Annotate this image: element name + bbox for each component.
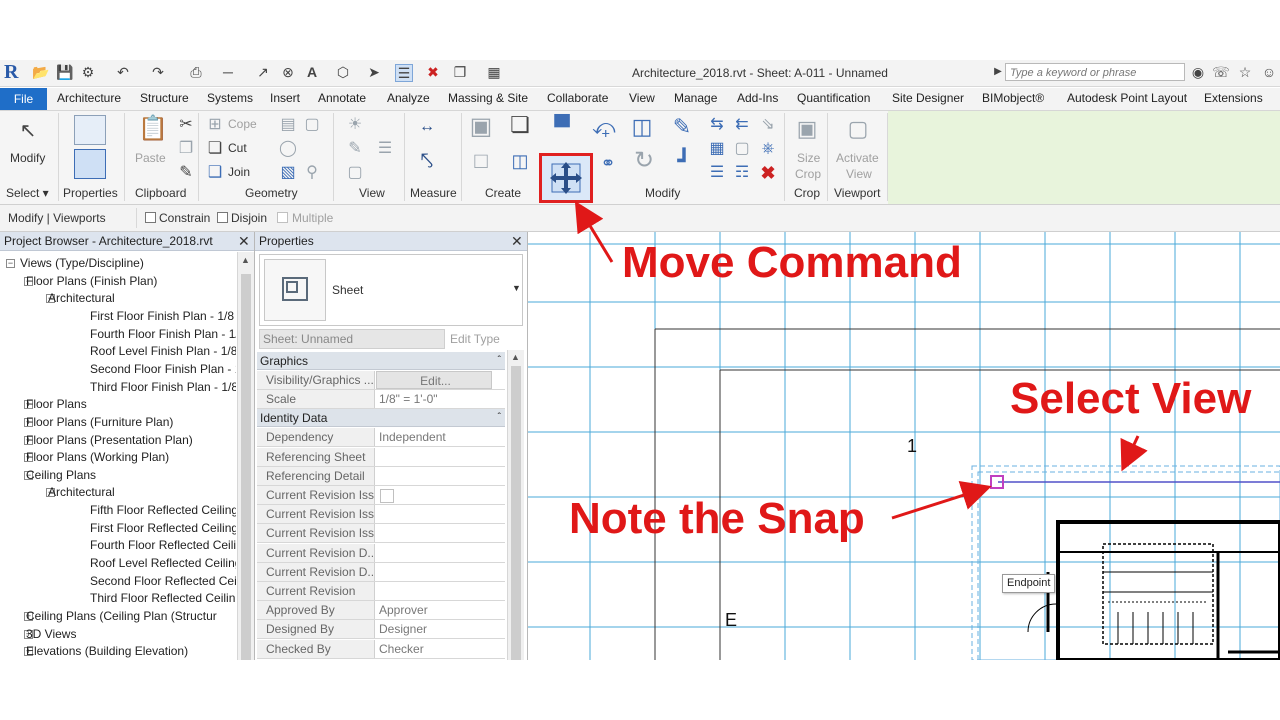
- move-command-arrow: [574, 200, 614, 263]
- annotation-arrows: [574, 200, 1148, 520]
- note-snap-annotation: Note the Snap: [569, 494, 865, 543]
- move-command-annotation: Move Command: [622, 238, 962, 287]
- snap-arrow: [891, 481, 992, 520]
- select-view-annotation: Select View: [1010, 374, 1252, 423]
- select-view-arrow: [1120, 435, 1148, 472]
